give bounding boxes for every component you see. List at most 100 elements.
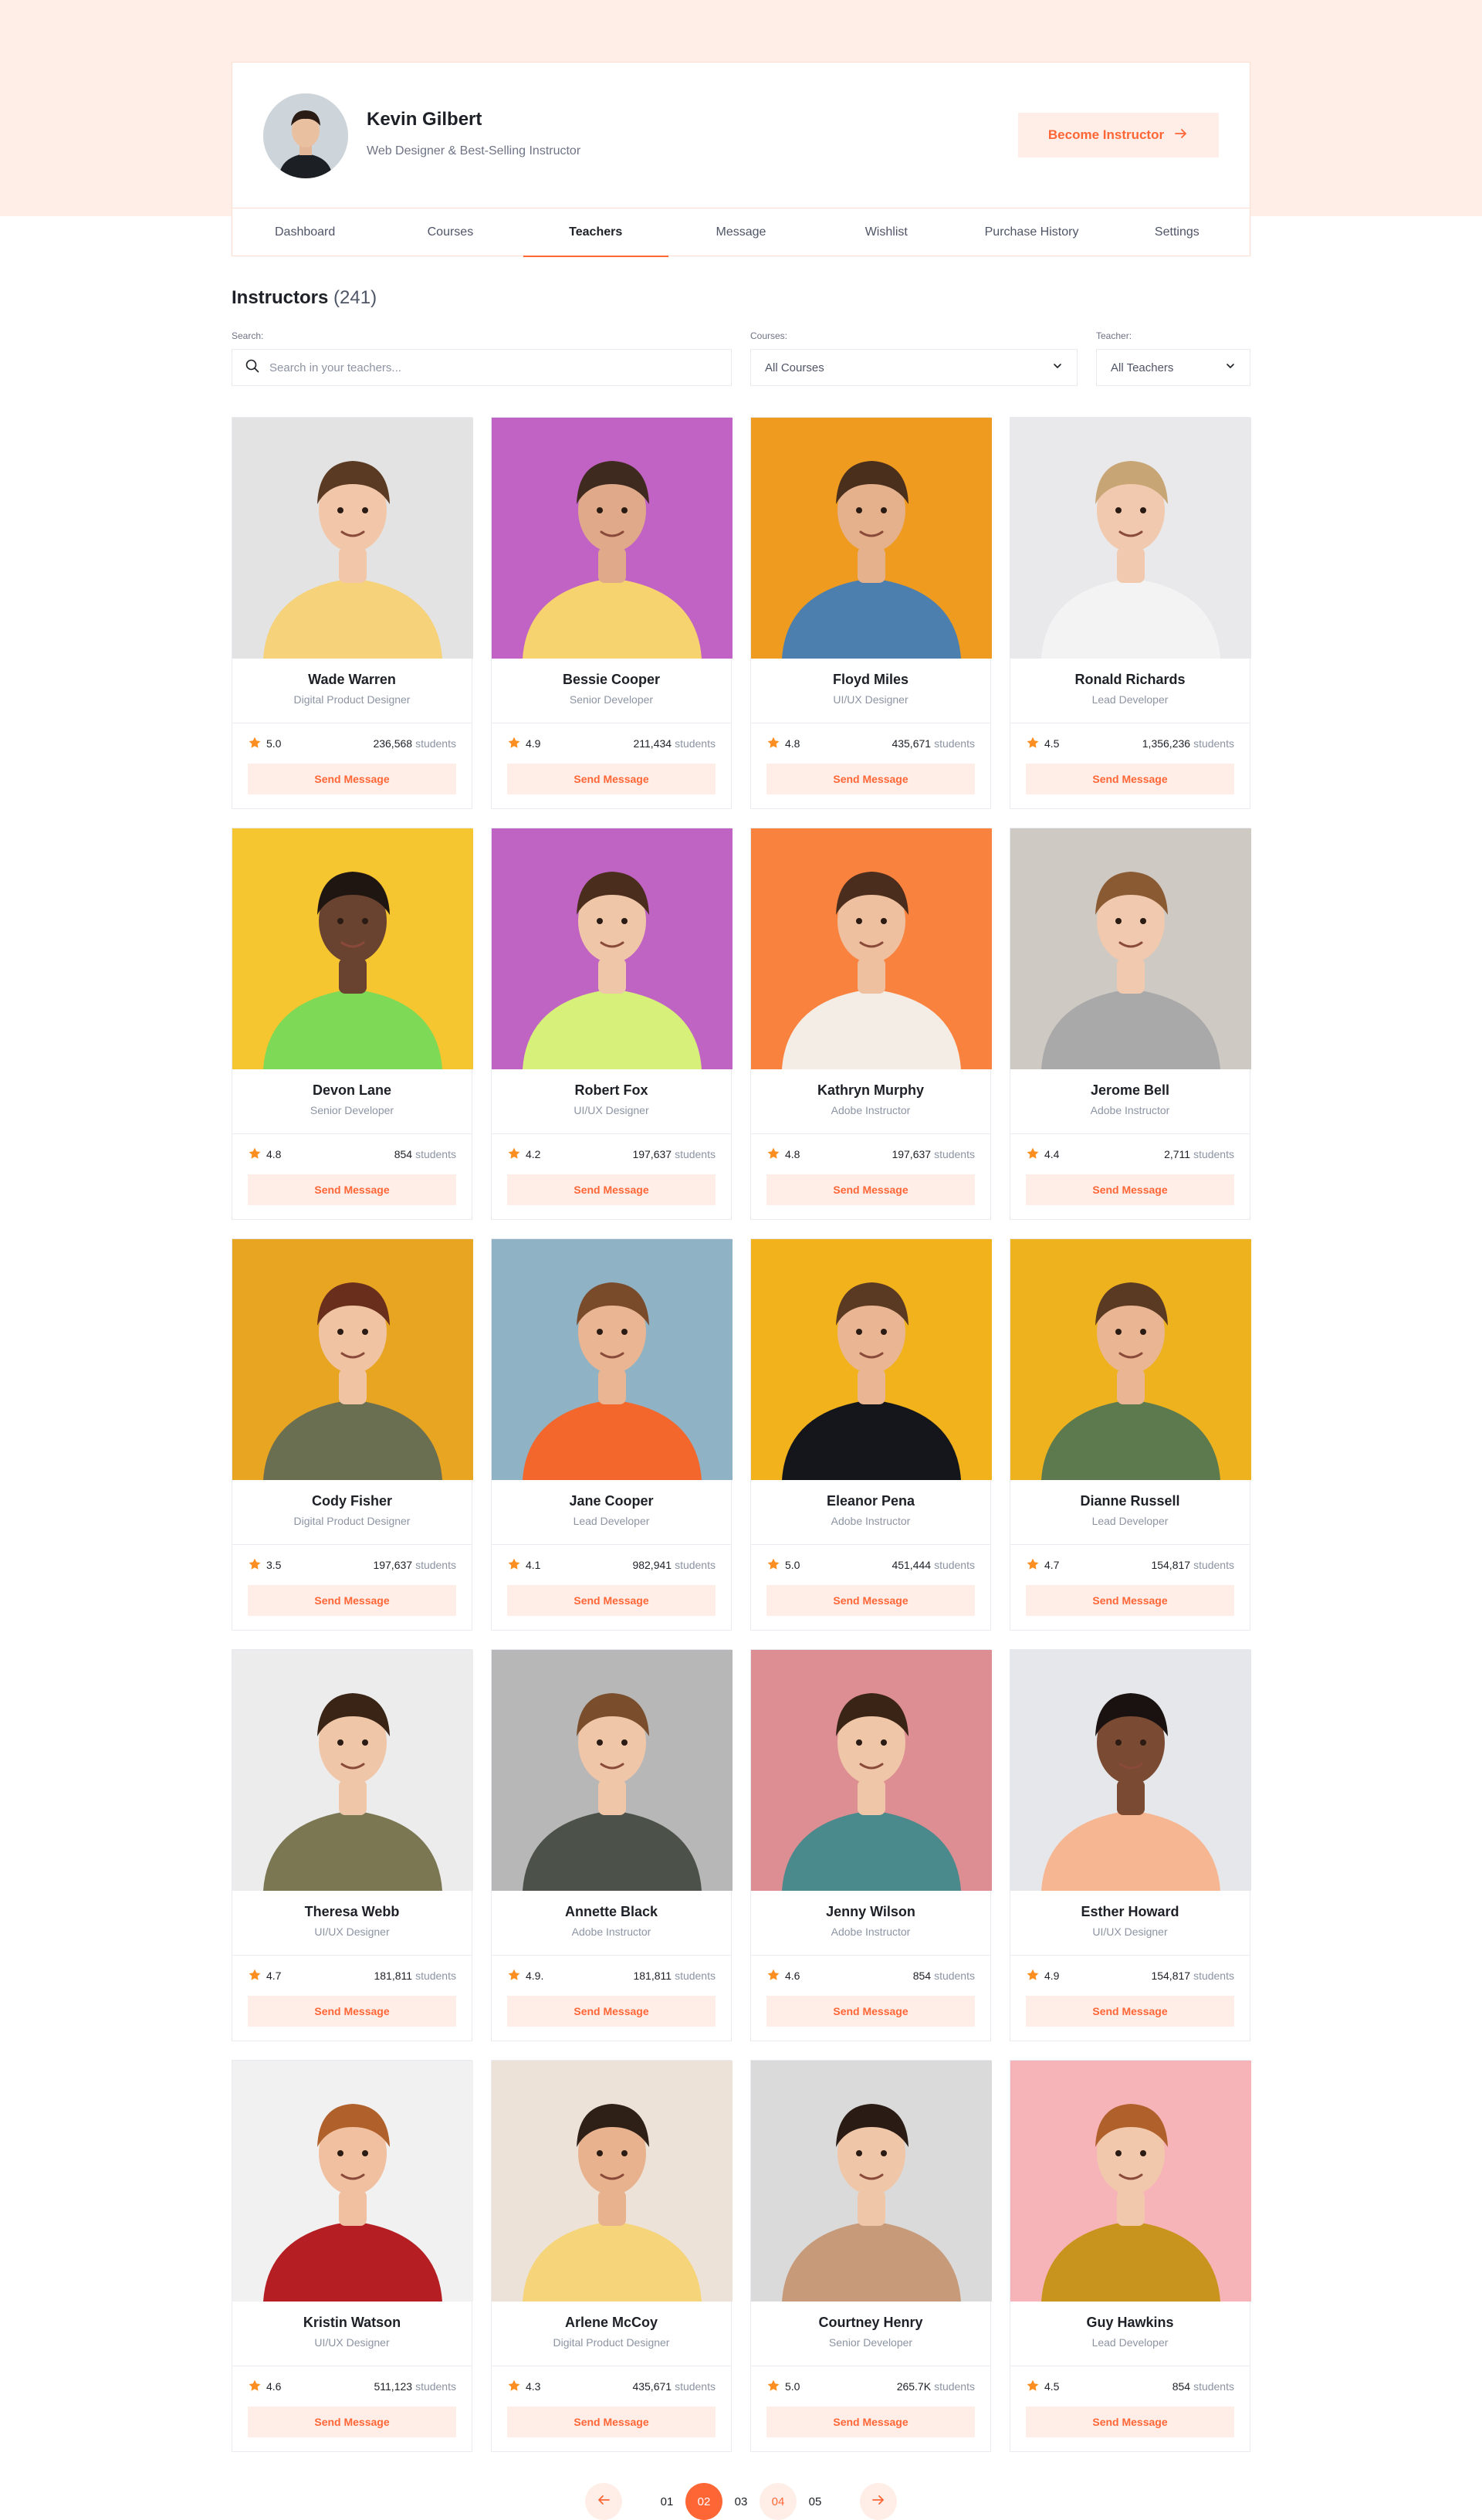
instructor-photo[interactable] (492, 1239, 733, 1480)
page-03[interactable]: 03 (722, 2483, 760, 2520)
instructor-card[interactable]: Theresa Webb UI/UX Designer 4.7 181,811 stud… (232, 1649, 473, 2041)
send-message-button[interactable]: Send Message (507, 2407, 716, 2437)
instructor-photo[interactable] (492, 1650, 733, 1891)
instructor-card[interactable]: Courtney Henry Senior Developer 5.0 265.7K s… (750, 2060, 992, 2452)
instructor-card[interactable]: Floyd Miles UI/UX Designer 4.8 435,671 stude… (750, 417, 992, 809)
search-input[interactable]: Search in your teachers... (232, 349, 732, 386)
instructor-photo[interactable] (751, 828, 992, 1069)
send-message-button[interactable]: Send Message (766, 2407, 975, 2437)
send-message-button[interactable]: Send Message (507, 1585, 716, 1616)
instructor-photo[interactable] (1010, 418, 1251, 659)
instructor-card[interactable]: Eleanor Pena Adobe Instructor 5.0 451,444 st… (750, 1238, 992, 1631)
instructor-photo[interactable] (751, 1239, 992, 1480)
student-count-label: students (675, 1970, 716, 1982)
instructor-photo[interactable] (1010, 1239, 1251, 1480)
next-page-button[interactable] (860, 2483, 897, 2520)
send-message-button[interactable]: Send Message (1026, 1585, 1234, 1616)
student-count-label: students (415, 1970, 456, 1982)
star-icon (1026, 1557, 1040, 1573)
tab-settings[interactable]: Settings (1105, 208, 1250, 256)
rating-value: 4.5 (1044, 2380, 1060, 2393)
instructor-card[interactable]: Jenny Wilson Adobe Instructor 4.6 854 studen… (750, 1649, 992, 2041)
instructor-card[interactable]: Robert Fox UI/UX Designer 4.2 197,637 studen… (491, 828, 733, 1220)
instructor-card[interactable]: Jane Cooper Lead Developer 4.1 982,941 stude… (491, 1238, 733, 1631)
instructor-photo[interactable] (232, 418, 473, 659)
send-message-button[interactable]: Send Message (766, 764, 975, 794)
send-message-button[interactable]: Send Message (1026, 1996, 1234, 2027)
send-message-button[interactable]: Send Message (766, 1174, 975, 1205)
send-message-button[interactable]: Send Message (1026, 2407, 1234, 2437)
instructor-info: Robert Fox UI/UX Designer (492, 1069, 731, 1134)
instructor-card[interactable]: Devon Lane Senior Developer 4.8 854 students… (232, 828, 473, 1220)
instructor-photo[interactable] (1010, 828, 1251, 1069)
instructor-card[interactable]: Dianne Russell Lead Developer 4.7 154,817 st… (1010, 1238, 1251, 1631)
courses-select[interactable]: All Courses (750, 349, 1078, 386)
instructor-info: Jane Cooper Lead Developer (492, 1480, 731, 1545)
tab-wishlist[interactable]: Wishlist (814, 208, 959, 256)
search-placeholder: Search in your teachers... (269, 361, 401, 374)
instructor-card[interactable]: Jerome Bell Adobe Instructor 4.4 2,711 stude… (1010, 828, 1251, 1220)
send-message-button[interactable]: Send Message (248, 1996, 456, 2027)
rating-value: 4.9 (1044, 1970, 1060, 1982)
instructor-photo[interactable] (751, 2061, 992, 2302)
instructor-photo[interactable] (492, 2061, 733, 2302)
instructor-role: Adobe Instructor (571, 1926, 651, 1938)
student-count-value: 2,711 (1164, 1148, 1191, 1160)
send-message-button[interactable]: Send Message (248, 1174, 456, 1205)
rating-value: 4.6 (266, 2380, 282, 2393)
send-message-button[interactable]: Send Message (766, 1996, 975, 2027)
instructor-photo[interactable] (751, 1650, 992, 1891)
student-count-label: students (934, 1970, 975, 1982)
instructor-photo[interactable] (1010, 2061, 1251, 2302)
instructor-photo[interactable] (492, 418, 733, 659)
student-count-label: students (415, 1559, 456, 1571)
rating-value: 4.7 (1044, 1559, 1060, 1571)
instructor-name: Theresa Webb (304, 1904, 400, 1919)
rating: 3.5 (248, 1557, 281, 1573)
tab-dashboard[interactable]: Dashboard (232, 208, 377, 256)
send-message-button[interactable]: Send Message (1026, 764, 1234, 794)
send-message-button[interactable]: Send Message (507, 764, 716, 794)
instructor-card[interactable]: Ronald Richards Lead Developer 4.5 1,356,23… (1010, 417, 1251, 809)
instructor-photo[interactable] (232, 1650, 473, 1891)
instructor-card[interactable]: Arlene McCoy Digital Product Designer 4.3 4… (491, 2060, 733, 2452)
instructor-card[interactable]: Annette Black Adobe Instructor 4.9. 181,811… (491, 1649, 733, 2041)
tab-message[interactable]: Message (668, 208, 814, 256)
send-message-button[interactable]: Send Message (1026, 1174, 1234, 1205)
student-count-value: 211,434 (633, 737, 672, 750)
tab-teachers[interactable]: Teachers (523, 208, 669, 257)
avatar[interactable] (263, 93, 348, 178)
send-message-button[interactable]: Send Message (766, 1585, 975, 1616)
page-05[interactable]: 05 (797, 2483, 834, 2520)
instructor-photo[interactable] (751, 418, 992, 659)
instructor-card[interactable]: Cody Fisher Digital Product Designer 3.5 19… (232, 1238, 473, 1631)
instructor-card[interactable]: Guy Hawkins Lead Developer 4.5 854 students S… (1010, 2060, 1251, 2452)
instructor-photo[interactable] (492, 828, 733, 1069)
page-04[interactable]: 04 (760, 2483, 797, 2520)
instructor-card[interactable]: Kathryn Murphy Adobe Instructor 4.8 197,637… (750, 828, 992, 1220)
prev-page-button[interactable] (585, 2483, 622, 2520)
instructor-photo[interactable] (232, 1239, 473, 1480)
teacher-select[interactable]: All Teachers (1096, 349, 1250, 386)
instructor-photo[interactable] (1010, 1650, 1251, 1891)
instructor-card[interactable]: Wade Warren Digital Product Designer 5.0 23… (232, 417, 473, 809)
student-count-value: 197,637 (632, 1148, 672, 1160)
send-message-button[interactable]: Send Message (507, 1996, 716, 2027)
instructor-role: Digital Product Designer (293, 693, 411, 706)
student-count-value: 854 (394, 1148, 413, 1160)
send-message-button[interactable]: Send Message (248, 1585, 456, 1616)
tab-courses[interactable]: Courses (377, 208, 523, 256)
tab-purchase-history[interactable]: Purchase History (959, 208, 1104, 256)
send-message-button[interactable]: Send Message (248, 764, 456, 794)
instructor-card[interactable]: Kristin Watson UI/UX Designer 4.6 511,123 st… (232, 2060, 473, 2452)
become-instructor-button[interactable]: Become Instructor (1018, 113, 1219, 158)
instructor-card[interactable]: Bessie Cooper Senior Developer 4.9 211,434 s… (491, 417, 733, 809)
page-01[interactable]: 01 (648, 2483, 685, 2520)
send-message-button[interactable]: Send Message (248, 2407, 456, 2437)
instructor-card[interactable]: Esther Howard UI/UX Designer 4.9 154,817 stu… (1010, 1649, 1251, 2041)
instructor-photo[interactable] (232, 2061, 473, 2302)
rating: 4.8 (766, 736, 800, 752)
send-message-button[interactable]: Send Message (507, 1174, 716, 1205)
instructor-photo[interactable] (232, 828, 473, 1069)
page-02[interactable]: 02 (685, 2483, 722, 2520)
